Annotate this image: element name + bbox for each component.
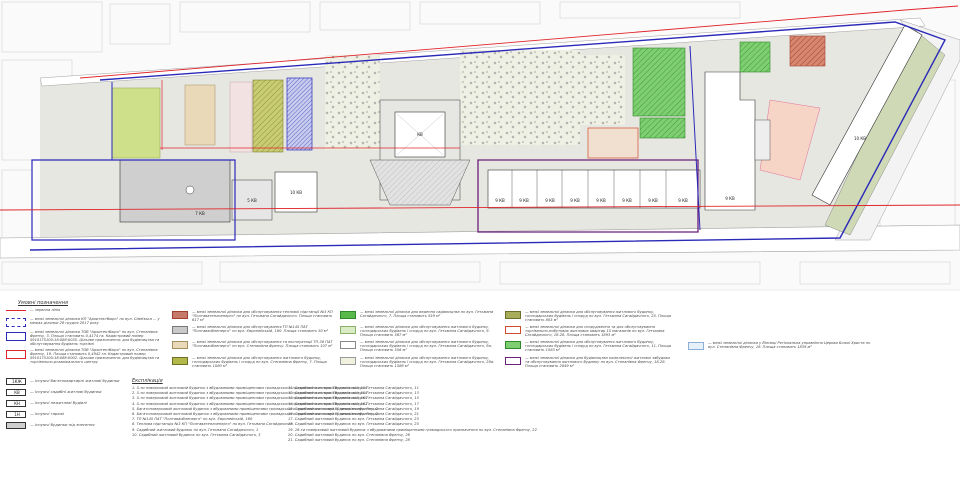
parcel-green-hatch-1 <box>632 47 686 117</box>
legend-text-grey-hatch: — межі земельної ділянки для обслуговува… <box>192 325 329 334</box>
legend-swatch-lightgreen <box>340 326 356 334</box>
legend-swatch-blue-2 <box>6 332 26 341</box>
tree-area-1 <box>325 55 380 150</box>
legend-swatch-red-line <box>6 310 26 313</box>
central-building <box>369 99 471 206</box>
legend-text-orange: — межі земельної ділянки для спорудження… <box>525 325 665 338</box>
symbol-box-3: КН <box>6 400 26 407</box>
symbol-text-2: — існуючі садибні житлові будинки <box>30 389 102 394</box>
tree-area-2 <box>460 50 580 145</box>
legend-text-khaki: — межі земельної ділянки для обслуговува… <box>525 310 671 323</box>
parcel-light-pink <box>229 81 253 153</box>
symbol-text-4: — існуючі гаражі <box>30 411 65 416</box>
legend-swatch-green <box>340 311 356 319</box>
legend-text-hatch-green: — межі земельної ділянки для обслуговува… <box>525 340 671 353</box>
parcel-brick <box>789 35 826 67</box>
legend-swatch-blue-1 <box>6 318 26 327</box>
symbol-text-5: — існуючі будинки під знесення <box>30 422 95 427</box>
explication-item: 19. 16-ти поверховий житловий будинок з … <box>288 427 537 432</box>
parcel-orange-boundary <box>587 127 639 159</box>
parcel-blue-hatch <box>286 77 313 151</box>
symbol-code-2: КВ <box>14 390 20 395</box>
legend-text-red-2: — межі земельної ділянки ТОВ "Архитектбю… <box>30 348 160 365</box>
legend-text-green: — межі земельної ділянки для ведення сад… <box>360 310 494 319</box>
legend-swatch-white <box>340 341 356 349</box>
building-grey-left <box>119 159 231 223</box>
tree-area-3 <box>565 55 625 125</box>
parcel-olive-hatch <box>252 79 284 153</box>
legend-text-lightblue: — межі земельної ділянки у Вінниці Регіо… <box>708 341 871 350</box>
symbol-code-3: КН <box>14 401 20 406</box>
parcel-tan <box>184 84 216 146</box>
label-diag-building: 10 КВ <box>854 136 866 141</box>
label-row-6: 9 КВ <box>622 198 632 203</box>
legend-swatch-orange <box>505 326 521 334</box>
explication-list-right: 11. Садибний житловий будинок по вул. Ге… <box>288 386 537 443</box>
legend-swatch-hatch-green <box>505 341 521 349</box>
legend-swatch-purple <box>505 357 521 365</box>
legend-text-tan: — межі земельної ділянки для обслуговува… <box>192 340 333 349</box>
symbol-text-1: — існуючі багатоквартирні житлові будинк… <box>30 378 120 383</box>
symbol-box-2: КВ <box>6 389 26 396</box>
label-right-tower: 9 КВ <box>725 196 735 201</box>
label-5kv: 5 КВ <box>247 198 257 203</box>
legend-swatch-brick <box>172 311 188 319</box>
label-row-3: 9 КВ <box>545 198 555 203</box>
legend-swatch-pale <box>340 357 356 365</box>
label-row-8: 9 КВ <box>678 198 688 203</box>
explication-item: 21. Садибний житловий будинок по вул. Ст… <box>288 437 410 442</box>
label-row-4: 9 КВ <box>570 198 580 203</box>
legend-text-pale: — межі земельної ділянки для обслуговува… <box>360 356 495 369</box>
legend-swatch-khaki <box>505 311 521 319</box>
legend-swatch-tan <box>172 341 188 349</box>
label-7kv: 7 КВ <box>195 211 205 216</box>
label-kv-central: КВ <box>417 132 423 137</box>
legend-text-purple: — межі земельної ділянки для будівництва… <box>525 356 670 369</box>
legend-swatch-red-2 <box>6 350 26 359</box>
legend-text-lightgreen: — межі земельної ділянки для обслуговува… <box>360 325 490 338</box>
legend-swatch-olive <box>172 357 188 365</box>
symbol-code-4: 1Н <box>14 412 20 417</box>
parcel-yellow-green <box>111 87 161 159</box>
legend-text-brick: — межі земельної ділянки для обслуговува… <box>192 310 333 323</box>
label-row-2: 9 КВ <box>519 198 529 203</box>
building-marker-19 <box>185 185 195 195</box>
label-row-5: 9 КВ <box>596 198 606 203</box>
symbol-text-3: — існуючі нежитлові будівлі <box>30 400 87 405</box>
legend-text-white: — межі земельної ділянки для обслуговува… <box>360 340 492 353</box>
legend-title: Умовні позначення <box>18 300 68 306</box>
label-row-7: 9 КВ <box>648 198 658 203</box>
symbol-code-1: 1КЖ <box>12 379 22 384</box>
parcel-green-hatch-2 <box>739 41 771 73</box>
symbol-box-5 <box>6 422 26 429</box>
legend-text-olive: — межі земельної ділянки для обслуговува… <box>192 356 327 369</box>
legend-swatch-grey-hatch <box>172 326 188 334</box>
symbol-box-1: 1КЖ <box>6 378 26 385</box>
legend-text-blue-1: — межі земельної ділянки КП "Архитектбюр… <box>30 317 160 326</box>
label-10kv-left: 10 КВ <box>290 190 302 195</box>
legend-swatch-lightblue <box>688 342 704 350</box>
symbol-box-4: 1Н <box>6 411 26 418</box>
legend-text-blue-2: — межі земельної ділянки ТОВ "Архитектбю… <box>30 330 160 347</box>
parcel-green-hatch-3 <box>639 117 686 139</box>
legend-text-red-line: — червона лінія <box>30 308 61 312</box>
building-right-small <box>754 119 771 161</box>
label-row-1: 9 КВ <box>495 198 505 203</box>
explication-title: Експлікація <box>132 378 163 384</box>
